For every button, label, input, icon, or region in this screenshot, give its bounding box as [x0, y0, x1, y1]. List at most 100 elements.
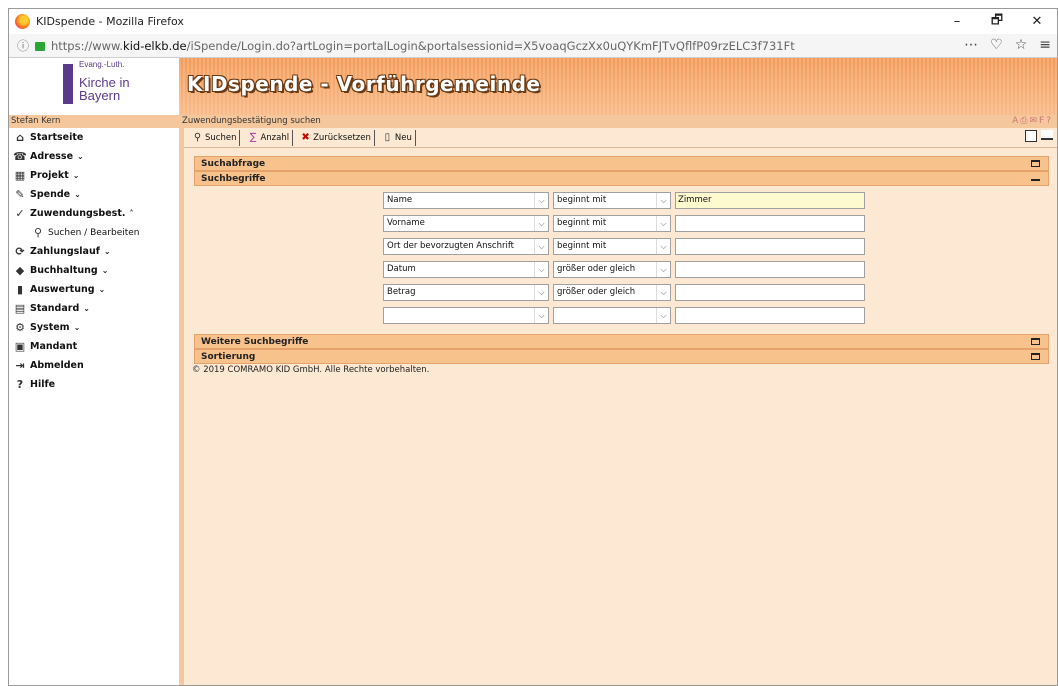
operator-select[interactable]: größer oder gleich ⌵: [553, 284, 671, 301]
bookmark-star-icon[interactable]: ☆: [1015, 37, 1028, 53]
sidebar-item[interactable]: ⌂ Startseite: [9, 128, 179, 147]
field-select[interactable]: Betrag ⌵: [383, 284, 549, 301]
window-title: KIDspende - Mozilla Firefox: [36, 15, 184, 28]
chevron-down-icon[interactable]: ⌵: [656, 262, 670, 277]
chevron-down-icon[interactable]: ⌵: [656, 216, 670, 231]
chevron-down-icon[interactable]: ⌵: [656, 285, 670, 300]
app-title: KIDspende - Vorführgemeinde: [187, 72, 541, 96]
chevron-icon[interactable]: ⌄: [104, 247, 111, 256]
lock-icon[interactable]: [35, 42, 45, 51]
sidebar-item[interactable]: ✓ Zuwendungsbest. ˄: [9, 204, 179, 223]
chevron-down-icon[interactable]: ⌵: [656, 193, 670, 208]
chevron-down-icon[interactable]: ⌵: [534, 193, 548, 208]
section-criteria[interactable]: Suchbegriffe: [194, 171, 1049, 186]
criteria-row: Datum ⌵ größer oder gleich ⌵: [383, 261, 1049, 279]
chevron-icon[interactable]: ⌄: [73, 171, 80, 180]
field-select[interactable]: Ort der bevorzugten Anschrift ⌵: [383, 238, 549, 255]
sidebar-item[interactable]: ▦ Projekt ⌄: [9, 166, 179, 185]
sidebar-item[interactable]: ◆ Buchhaltung ⌄: [9, 261, 179, 280]
operator-select[interactable]: größer oder gleich ⌵: [553, 261, 671, 278]
section-sort[interactable]: Sortierung: [194, 349, 1049, 364]
new-button[interactable]: ▯ Neu: [379, 129, 416, 146]
chevron-icon[interactable]: ⌄: [83, 304, 90, 313]
sidebar-item[interactable]: ▮ Auswertung ⌄: [9, 280, 179, 299]
gear-icon: ⚙: [15, 321, 25, 334]
binoculars-icon: ⚲: [193, 132, 202, 143]
sidebar-item-label: Zahlungslauf: [30, 246, 100, 257]
operator-select[interactable]: beginnt mit ⌵: [553, 215, 671, 232]
count-icon: ∑: [249, 132, 257, 143]
sidebar-item[interactable]: ⚲ Suchen / Bearbeiten: [9, 223, 179, 242]
sidebar-item-label: Spende: [30, 189, 71, 200]
value-input[interactable]: [675, 284, 865, 301]
sidebar-item[interactable]: ⚙ System ⌄: [9, 318, 179, 337]
count-button[interactable]: ∑ Anzahl: [244, 129, 294, 146]
sidebar-item[interactable]: ▤ Standard ⌄: [9, 299, 179, 318]
chevron-icon[interactable]: ⌄: [77, 152, 84, 161]
sidebar-item[interactable]: ☎ Adresse ⌄: [9, 147, 179, 166]
accounting-icon: ◆: [15, 264, 25, 277]
collapse-icon[interactable]: [1031, 175, 1040, 181]
standard-icon: ▤: [14, 302, 26, 315]
field-select[interactable]: Datum ⌵: [383, 261, 549, 278]
expand-icon[interactable]: [1031, 160, 1040, 167]
operator-select[interactable]: ⌵: [553, 307, 671, 324]
chevron-icon[interactable]: ⌄: [74, 190, 81, 199]
help-icon: ?: [16, 378, 24, 391]
expand-icon[interactable]: [1031, 338, 1040, 345]
chevron-icon[interactable]: ⌄: [99, 285, 106, 294]
sidebar-item[interactable]: ? Hilfe: [9, 375, 179, 394]
field-select[interactable]: Vorname ⌵: [383, 215, 549, 232]
new-document-icon: ▯: [384, 132, 391, 143]
menu-icon[interactable]: ≡: [1039, 37, 1051, 53]
chevron-down-icon[interactable]: ⌵: [534, 262, 548, 277]
info-icon[interactable]: ⓘ: [17, 37, 33, 54]
sidebar-item[interactable]: ⇥ Abmelden: [9, 356, 179, 375]
section-more-criteria[interactable]: Weitere Suchbegriffe: [194, 334, 1049, 349]
criteria-row: ⌵ ⌵: [383, 307, 1049, 325]
page-tools-icons[interactable]: A⎙✉F?: [1012, 115, 1053, 128]
minimize-panel-button[interactable]: [1041, 130, 1053, 140]
pocket-icon[interactable]: ♡: [990, 37, 1003, 53]
operator-select[interactable]: beginnt mit ⌵: [553, 238, 671, 255]
page-actions-icon[interactable]: ⋯: [964, 37, 978, 53]
chevron-down-icon[interactable]: ⌵: [534, 239, 548, 254]
value-input[interactable]: Zimmer: [675, 192, 865, 209]
chevron-down-icon[interactable]: ⌵: [534, 285, 548, 300]
maximize-panel-button[interactable]: [1025, 130, 1037, 142]
restore-button[interactable]: 🗗: [977, 9, 1017, 34]
value-input[interactable]: [675, 238, 865, 255]
chevron-icon[interactable]: ˄: [129, 209, 133, 218]
reset-button[interactable]: ✖ Zurücksetzen: [297, 129, 375, 146]
criteria-row: Vorname ⌵ beginnt mit ⌵: [383, 215, 1049, 233]
value-input[interactable]: [675, 307, 865, 324]
expand-icon[interactable]: [1031, 353, 1040, 360]
minimize-button[interactable]: –: [937, 9, 977, 34]
sidebar-item[interactable]: ✎ Spende ⌄: [9, 185, 179, 204]
chevron-icon[interactable]: ⌄: [74, 323, 81, 332]
value-input[interactable]: [675, 215, 865, 232]
value-input[interactable]: [675, 261, 865, 278]
chevron-down-icon[interactable]: ⌵: [656, 239, 670, 254]
church-logo: Evang.-Luth. Kirche in Bayern: [9, 58, 179, 115]
close-button[interactable]: ✕: [1017, 9, 1057, 34]
field-select[interactable]: ⌵: [383, 307, 549, 324]
criteria-row: Betrag ⌵ größer oder gleich ⌵: [383, 284, 1049, 302]
field-select[interactable]: Name ⌵: [383, 192, 549, 209]
chevron-down-icon[interactable]: ⌵: [534, 308, 548, 323]
section-query[interactable]: Suchabfrage: [194, 156, 1049, 171]
chevron-icon[interactable]: ⌄: [102, 266, 109, 275]
chart-icon: ▮: [16, 283, 24, 296]
search-button[interactable]: ⚲ Suchen: [189, 129, 241, 146]
logout-icon: ⇥: [15, 359, 25, 372]
criteria-panel: Name ⌵ beginnt mit ⌵ Zimmer Vorname ⌵ beginnt m…: [194, 186, 1049, 334]
sidebar-item[interactable]: ⟳ Zahlungslauf ⌄: [9, 242, 179, 261]
payment-run-icon: ⟳: [15, 245, 25, 258]
chevron-down-icon[interactable]: ⌵: [534, 216, 548, 231]
url-bar[interactable]: ⓘ https://www.kid-elkb.de/iSpende/Login.…: [9, 34, 1057, 58]
url-text[interactable]: https://www.kid-elkb.de/iSpende/Login.do…: [51, 39, 795, 53]
sidebar-item-label: Startseite: [30, 132, 84, 143]
chevron-down-icon[interactable]: ⌵: [656, 308, 670, 323]
sidebar-item[interactable]: ▣ Mandant: [9, 337, 179, 356]
operator-select[interactable]: beginnt mit ⌵: [553, 192, 671, 209]
